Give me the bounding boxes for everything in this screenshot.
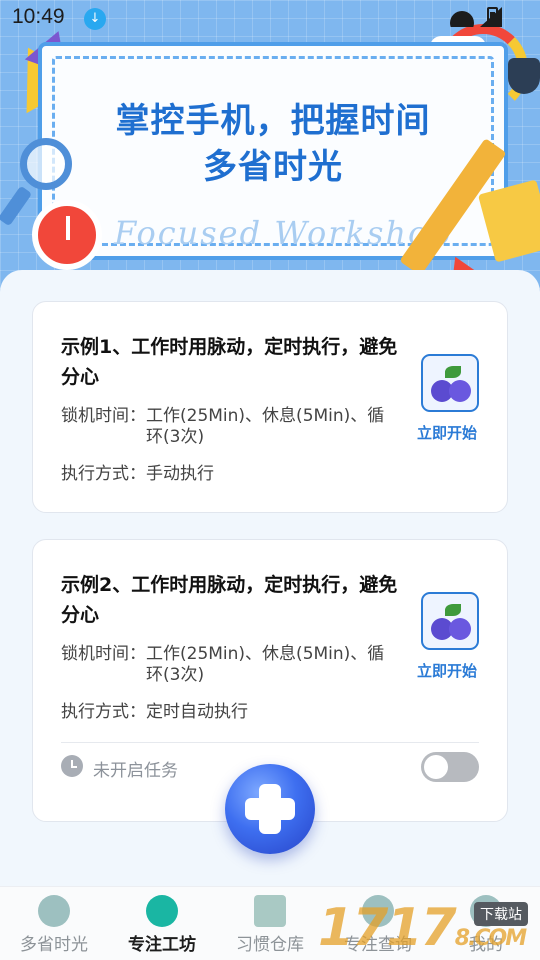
alarm-clock-icon	[32, 200, 102, 270]
start-now-button[interactable]: 立即开始	[415, 660, 479, 681]
card-title: 示例1、工作时用脉动，定时执行，避免分心	[61, 336, 398, 388]
exec-mode-value: 定时自动执行	[146, 702, 248, 722]
lock-time-label: 锁机时间：	[61, 644, 146, 664]
banner-headline: 掌控手机，把握时间 多省时光	[42, 98, 504, 190]
tab-label: 多省时光	[20, 935, 88, 955]
card-title: 示例2、工作时用脉动，定时执行，避免分心	[61, 574, 398, 626]
exec-mode-row: 执行方式： 手动执行	[61, 464, 391, 485]
status-time: 10:49	[12, 5, 65, 28]
lock-time-label: 锁机时间：	[61, 406, 146, 426]
shield-icon	[508, 58, 540, 94]
magnifier-icon	[20, 138, 72, 190]
lock-time-value: 工作(25Min)、休息(5Min)、循环(3次)	[146, 644, 385, 685]
exec-mode-value: 手动执行	[146, 464, 214, 484]
headline-line-1: 掌控手机，把握时间	[115, 101, 431, 141]
task-status-text: 未开启任务	[93, 761, 178, 781]
blueberry-app-icon[interactable]	[421, 592, 479, 650]
divider	[61, 742, 479, 743]
lock-time-value: 工作(25Min)、休息(5Min)、循环(3次)	[146, 406, 385, 447]
wifi-icon	[450, 7, 474, 27]
lock-time-row: 锁机时间： 工作(25Min)、休息(5Min)、循环(3次)	[61, 644, 391, 686]
clock-icon	[61, 755, 83, 777]
exec-mode-label: 执行方式：	[61, 464, 146, 484]
exec-mode-label: 执行方式：	[61, 702, 146, 722]
lock-time-row: 锁机时间： 工作(25Min)、休息(5Min)、循环(3次)	[61, 406, 391, 448]
tab-label: 习惯仓库	[236, 935, 304, 955]
download-icon: ↓	[84, 8, 106, 30]
tab-zhuanzhugongfang[interactable]: 专注工坊	[108, 887, 216, 960]
status-bar: 10:49 ↓	[0, 0, 540, 36]
add-task-button[interactable]	[225, 764, 315, 854]
site-watermark-badge: 下载站	[474, 902, 528, 926]
exec-mode-row: 执行方式： 定时自动执行	[61, 702, 391, 723]
alarm-clock-icon	[38, 895, 70, 927]
headline-line-2: 多省时光	[203, 147, 343, 187]
toggle-knob	[424, 755, 448, 779]
tab-xiguancangku[interactable]: 习惯仓库	[216, 887, 324, 960]
tab-label: 专注工坊	[128, 935, 196, 955]
cube-icon	[254, 895, 286, 927]
battery-icon	[487, 7, 498, 27]
header-banner: 10:49 ↓ 掌控手机，把握时间 多省时光 Focused Workshop	[0, 0, 540, 300]
blueberry-app-icon[interactable]	[421, 354, 479, 412]
tab-duoshengshiguang[interactable]: 多省时光	[0, 887, 108, 960]
example-card-1: 示例1、工作时用脉动，定时执行，避免分心 锁机时间： 工作(25Min)、休息(…	[32, 301, 508, 513]
task-toggle[interactable]	[421, 752, 479, 782]
start-now-button[interactable]: 立即开始	[415, 422, 479, 443]
banner-watermark-text: Focused Workshop	[114, 214, 452, 252]
lightbulb-icon	[146, 895, 178, 927]
